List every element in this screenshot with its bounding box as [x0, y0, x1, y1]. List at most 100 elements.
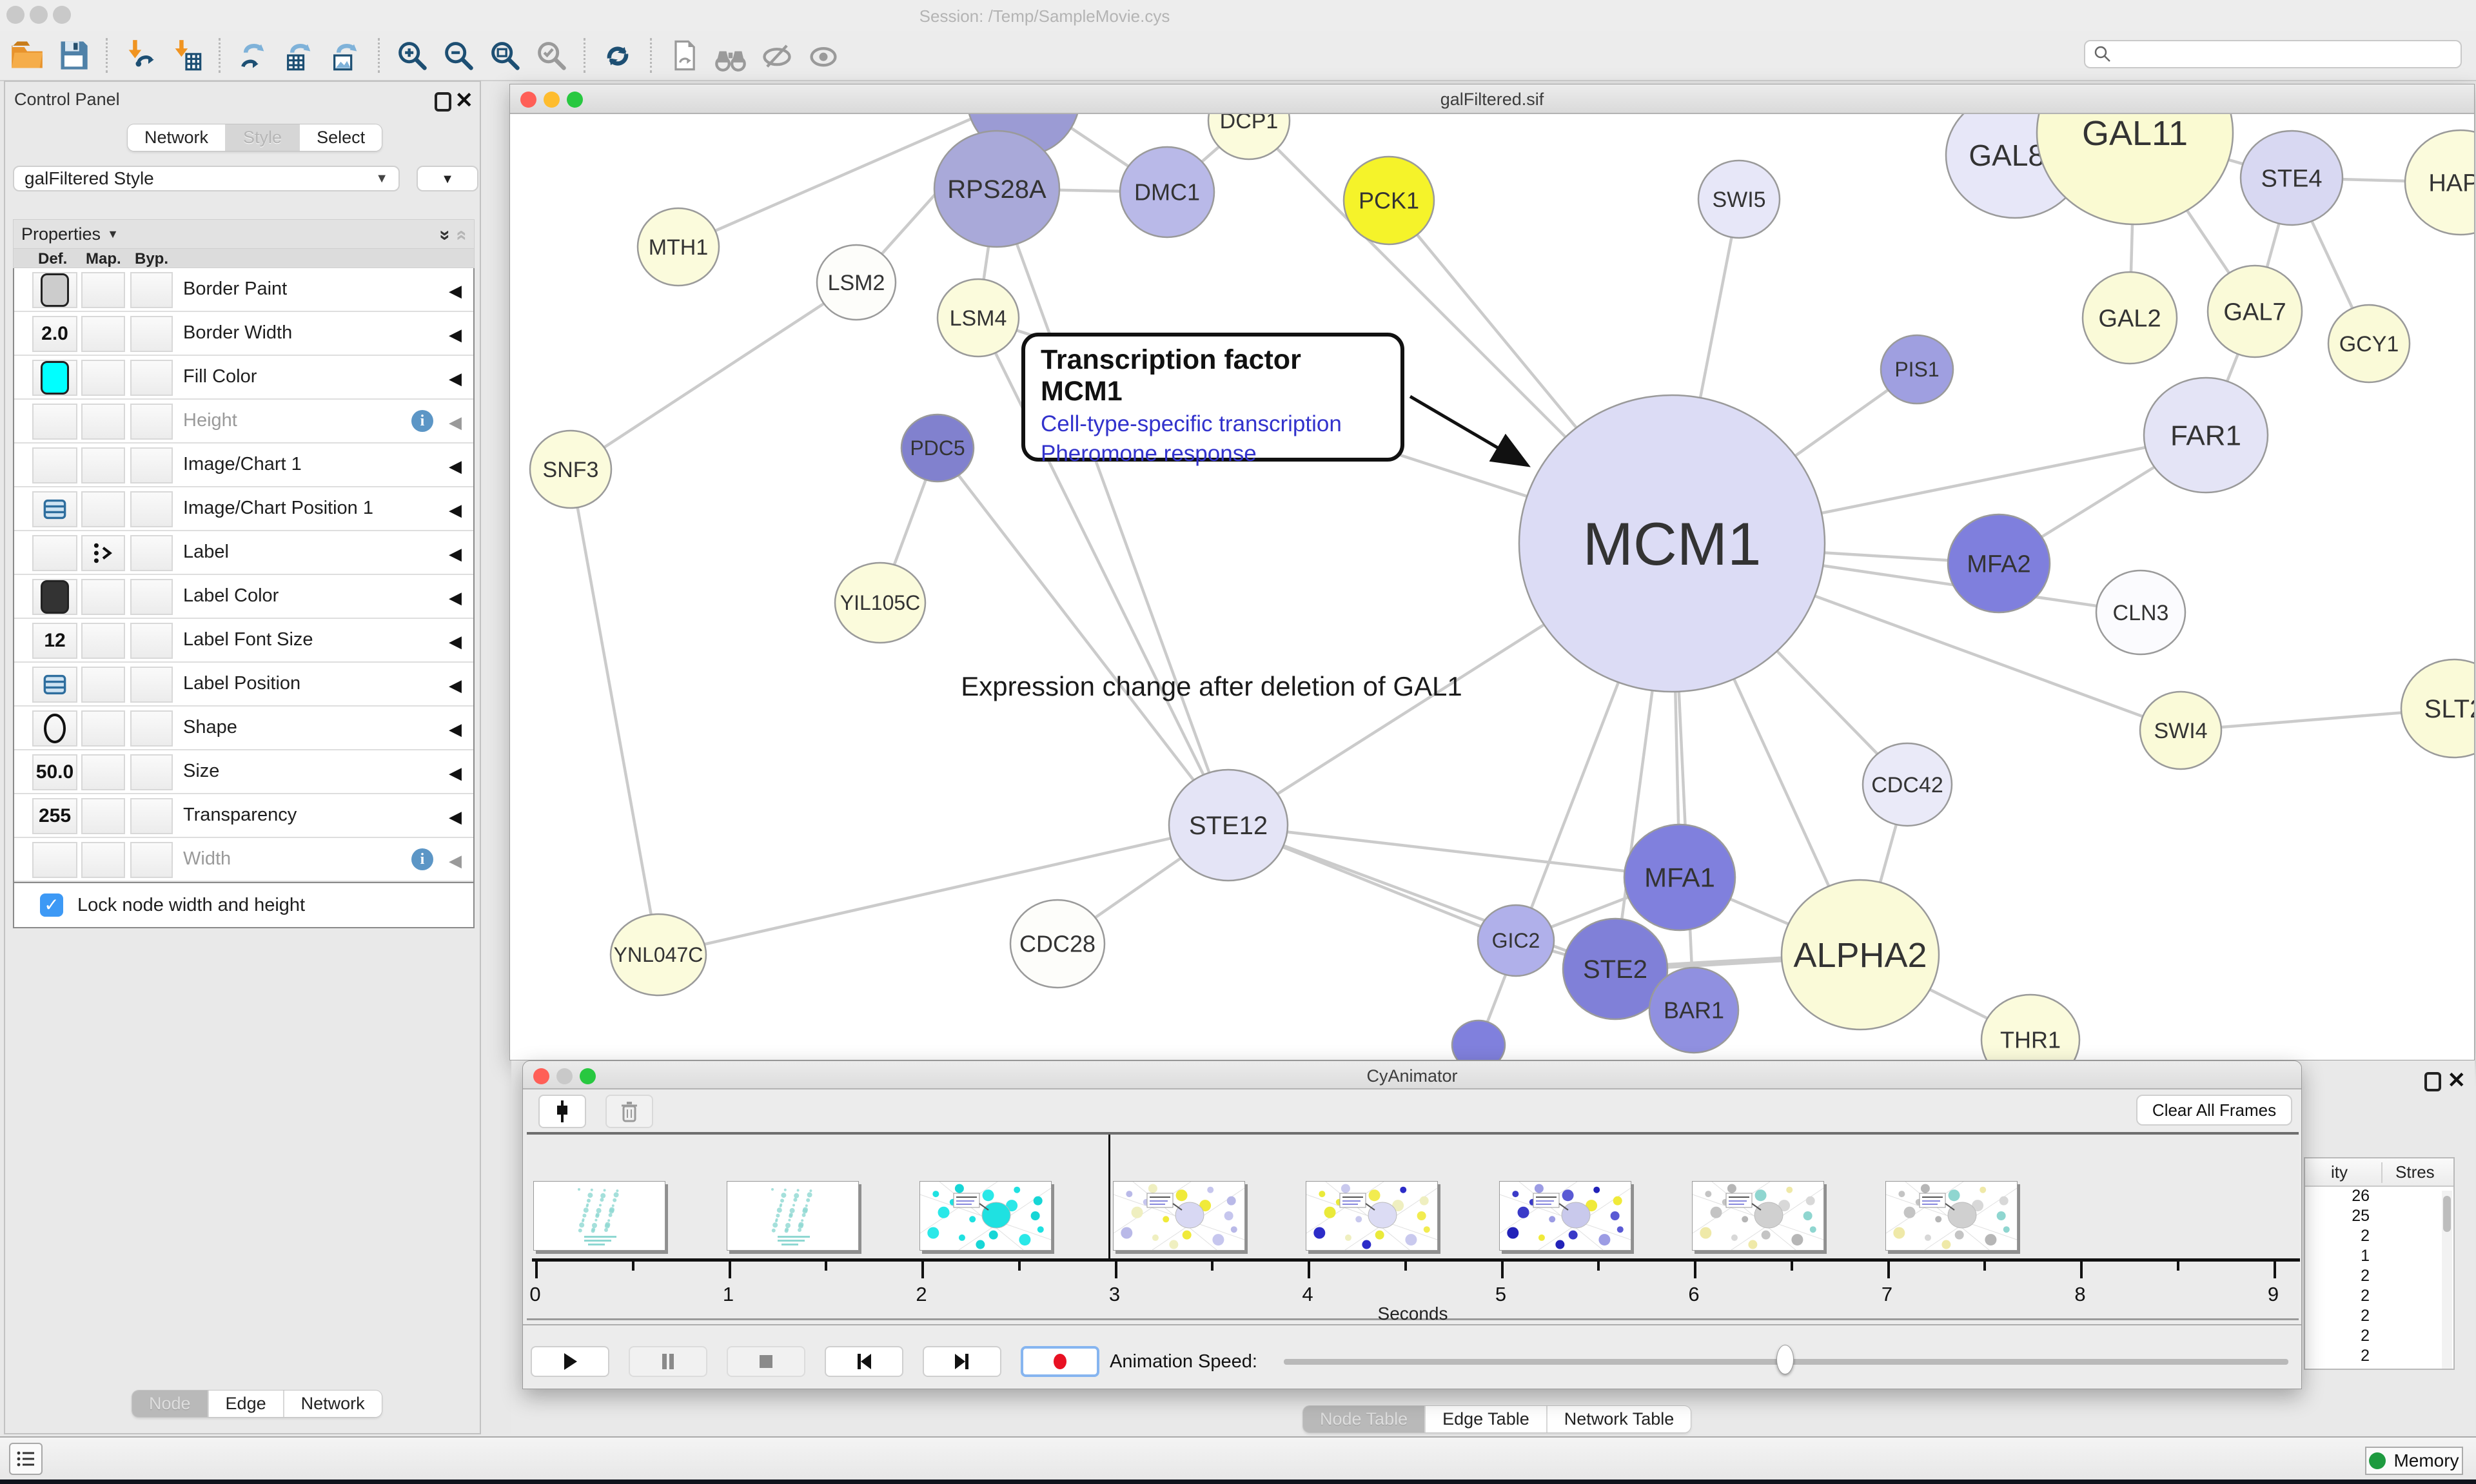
edge-SNF3-YNL047C[interactable] [571, 469, 658, 955]
tab-network[interactable]: Network [128, 124, 225, 151]
byp-value-cell[interactable] [130, 710, 173, 747]
tab-network-table[interactable]: Network Table [1546, 1406, 1691, 1432]
map-value-cell[interactable] [81, 272, 125, 308]
tab-style[interactable]: Style [225, 124, 299, 151]
property-row-image-chart-1[interactable]: Image/Chart 1◀ [14, 444, 473, 487]
byp-value-cell[interactable] [130, 667, 173, 703]
export-image-button[interactable] [326, 35, 365, 75]
map-value-cell[interactable] [81, 360, 125, 396]
close-panel-icon[interactable]: ✕ [455, 90, 474, 112]
network-window-titlebar[interactable]: galFiltered.sif [510, 84, 2474, 114]
table-row[interactable]: 1 [2305, 1247, 2453, 1267]
table-row[interactable]: 2 [2305, 1347, 2453, 1367]
collapse-all-icon[interactable]: « [451, 230, 473, 239]
play-button[interactable] [531, 1346, 609, 1377]
property-row-fill-color[interactable]: Fill Color◀ [14, 356, 473, 400]
map-value-cell[interactable] [81, 535, 125, 571]
open-session-button[interactable] [8, 35, 46, 75]
clone-network-button[interactable] [665, 35, 703, 75]
map-value-cell[interactable] [81, 667, 125, 703]
property-row-shape[interactable]: Shape◀ [14, 707, 473, 750]
map-value-cell[interactable] [81, 623, 125, 659]
tab-edge[interactable]: Edge [208, 1391, 283, 1417]
pause-button[interactable] [629, 1346, 707, 1377]
column-divider[interactable] [2381, 1162, 2383, 1183]
byp-value-cell[interactable] [130, 623, 173, 659]
close-table-panel-icon[interactable]: ✕ [2448, 1069, 2466, 1091]
map-value-cell[interactable] [81, 754, 125, 790]
expand-row-icon[interactable]: ◀ [449, 413, 462, 433]
byp-value-cell[interactable] [130, 404, 173, 440]
export-table-button[interactable] [280, 35, 319, 75]
cyanimator-titlebar[interactable]: CyAnimator [523, 1061, 2301, 1089]
column-header-ity[interactable]: ity [2331, 1162, 2348, 1182]
frame-thumbnail-2[interactable] [919, 1181, 1052, 1251]
annotation-box[interactable]: Transcription factor MCM1 Cell-type-spec… [1021, 333, 1404, 462]
find-button[interactable] [711, 35, 750, 75]
map-value-cell[interactable] [81, 316, 125, 352]
float-panel-icon[interactable] [435, 92, 451, 112]
import-table-button[interactable] [167, 35, 206, 75]
def-value-cell[interactable]: 2.0 [32, 316, 77, 352]
property-row-transparency[interactable]: 255Transparency◀ [14, 794, 473, 838]
save-session-button[interactable] [54, 35, 93, 75]
capture-frame-button[interactable] [538, 1095, 586, 1128]
frame-thumbnail-3[interactable] [1113, 1181, 1245, 1251]
delete-frame-button[interactable] [605, 1095, 653, 1128]
apply-layout-button[interactable] [598, 35, 637, 75]
expand-row-icon[interactable]: ◀ [449, 544, 462, 564]
window-close-icon[interactable] [6, 6, 25, 24]
clear-all-frames-button[interactable]: Clear All Frames [2136, 1095, 2292, 1126]
frame-thumbnail-7[interactable] [1885, 1181, 2018, 1251]
byp-value-cell[interactable] [130, 316, 173, 352]
map-value-cell[interactable] [81, 710, 125, 747]
property-row-label-position[interactable]: Label Position◀ [14, 663, 473, 707]
byp-value-cell[interactable] [130, 754, 173, 790]
show-all-button[interactable] [804, 35, 843, 75]
frame-thumbnail-1[interactable] [727, 1181, 859, 1251]
lock-size-checkbox[interactable]: ✓ [40, 893, 63, 917]
tab-select[interactable]: Select [299, 124, 382, 151]
expand-row-icon[interactable]: ◀ [449, 851, 462, 871]
edge-PDC5-STE12[interactable] [938, 448, 1228, 825]
timeline-playhead[interactable] [1108, 1135, 1110, 1261]
search-input[interactable] [2119, 44, 2454, 64]
def-value-cell[interactable]: 255 [32, 798, 77, 834]
property-row-image-chart-position-1[interactable]: Image/Chart Position 1◀ [14, 487, 473, 531]
property-row-label-font-size[interactable]: 12Label Font Size◀ [14, 619, 473, 663]
map-value-cell[interactable] [81, 404, 125, 440]
edge-STE12-YNL047C[interactable] [658, 825, 1228, 955]
expand-row-icon[interactable]: ◀ [449, 369, 462, 389]
byp-value-cell[interactable] [130, 360, 173, 396]
def-value-cell[interactable] [32, 667, 77, 703]
byp-value-cell[interactable] [130, 491, 173, 527]
record-button[interactable] [1021, 1346, 1099, 1377]
info-icon[interactable]: i [411, 410, 433, 432]
def-value-cell[interactable] [32, 491, 77, 527]
property-row-label[interactable]: Label◀ [14, 531, 473, 575]
def-value-cell[interactable] [32, 842, 77, 878]
edge-SNF3-LSM2[interactable] [571, 282, 856, 469]
byp-value-cell[interactable] [130, 535, 173, 571]
table-row[interactable]: 25 [2305, 1207, 2453, 1227]
map-value-cell[interactable] [81, 491, 125, 527]
table-row[interactable]: 2 [2305, 1267, 2453, 1287]
timeline-ruler[interactable] [532, 1258, 2300, 1262]
table-row[interactable]: 2 [2305, 1327, 2453, 1347]
property-row-border-width[interactable]: 2.0Border Width◀ [14, 312, 473, 356]
property-row-height[interactable]: Heighti◀ [14, 400, 473, 444]
property-row-size[interactable]: 50.0Size◀ [14, 750, 473, 794]
float-table-panel-icon[interactable] [2424, 1072, 2441, 1091]
expand-row-icon[interactable]: ◀ [449, 763, 462, 783]
def-value-cell[interactable] [32, 360, 77, 396]
node-NODE_B[interactable] [1452, 1020, 1505, 1060]
expand-row-icon[interactable]: ◀ [449, 676, 462, 696]
next-frame-button[interactable] [923, 1346, 1001, 1377]
table-row[interactable]: 2 [2305, 1307, 2453, 1327]
expand-row-icon[interactable]: ◀ [449, 719, 462, 739]
network-caption[interactable]: Expression change after deletion of GAL1 [896, 671, 1528, 702]
map-value-cell[interactable] [81, 842, 125, 878]
expand-row-icon[interactable]: ◀ [449, 456, 462, 476]
task-history-button[interactable] [9, 1443, 43, 1475]
zoom-in-button[interactable] [393, 35, 431, 75]
